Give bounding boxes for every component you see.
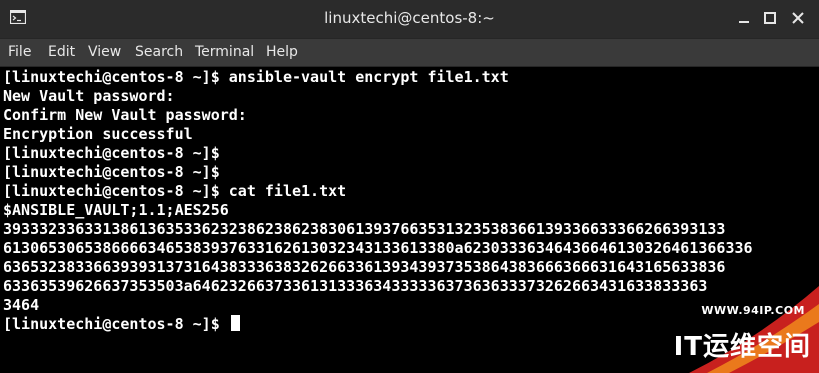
text-cursor	[230, 315, 240, 331]
window-title: linuxtechi@centos-8:~	[324, 9, 495, 27]
menu-terminal[interactable]: Terminal	[195, 44, 254, 60]
terminal-line: 3464	[3, 296, 40, 314]
terminal-prompt-line: [linuxtechi@centos-8 ~]$	[3, 315, 240, 334]
terminal-line: [linuxtechi@centos-8 ~]$	[3, 163, 220, 181]
menu-file[interactable]: File	[8, 44, 31, 60]
terminal-line: Encryption successful	[3, 125, 193, 143]
terminal-line: 6365323833663939313731643833363832626633…	[3, 258, 726, 276]
watermark-logo: WWW.94IP.COM IT运维空间	[649, 278, 819, 373]
terminal-line: 63363539626637353503a6462326637336131333…	[3, 277, 708, 295]
menu-edit[interactable]: Edit	[48, 44, 75, 60]
terminal-prompt: [linuxtechi@centos-8 ~]$	[3, 315, 220, 333]
title-bar[interactable]: linuxtechi@centos-8:~	[0, 0, 819, 38]
watermark-brand: IT运维空间	[673, 332, 811, 362]
menu-bar: File Edit View Search Terminal Help	[0, 38, 819, 67]
menu-help[interactable]: Help	[266, 44, 298, 60]
terminal-line: $ANSIBLE_VAULT;1.1;AES256	[3, 201, 229, 219]
terminal-line: Confirm New Vault password:	[3, 106, 247, 124]
close-icon[interactable]	[790, 10, 806, 26]
watermark-url: WWW.94IP.COM	[701, 304, 805, 317]
terminal-line: [linuxtechi@centos-8 ~]$ cat file1.txt	[3, 182, 347, 200]
terminal-line: 3933323363313861363533623238623862383061…	[3, 220, 726, 238]
menu-view[interactable]: View	[88, 44, 121, 60]
terminal-line: [linuxtechi@centos-8 ~]$	[3, 144, 220, 162]
menu-search[interactable]: Search	[135, 44, 183, 60]
terminal-line: 6130653065386666346538393763316261303234…	[3, 239, 753, 257]
maximize-icon[interactable]	[762, 10, 778, 26]
minimize-icon[interactable]	[736, 10, 752, 26]
terminal-window: linuxtechi@centos-8:~ File Edit View Sea…	[0, 0, 819, 373]
terminal-line: [linuxtechi@centos-8 ~]$ ansible-vault e…	[3, 68, 509, 86]
terminal-line: New Vault password:	[3, 87, 175, 105]
